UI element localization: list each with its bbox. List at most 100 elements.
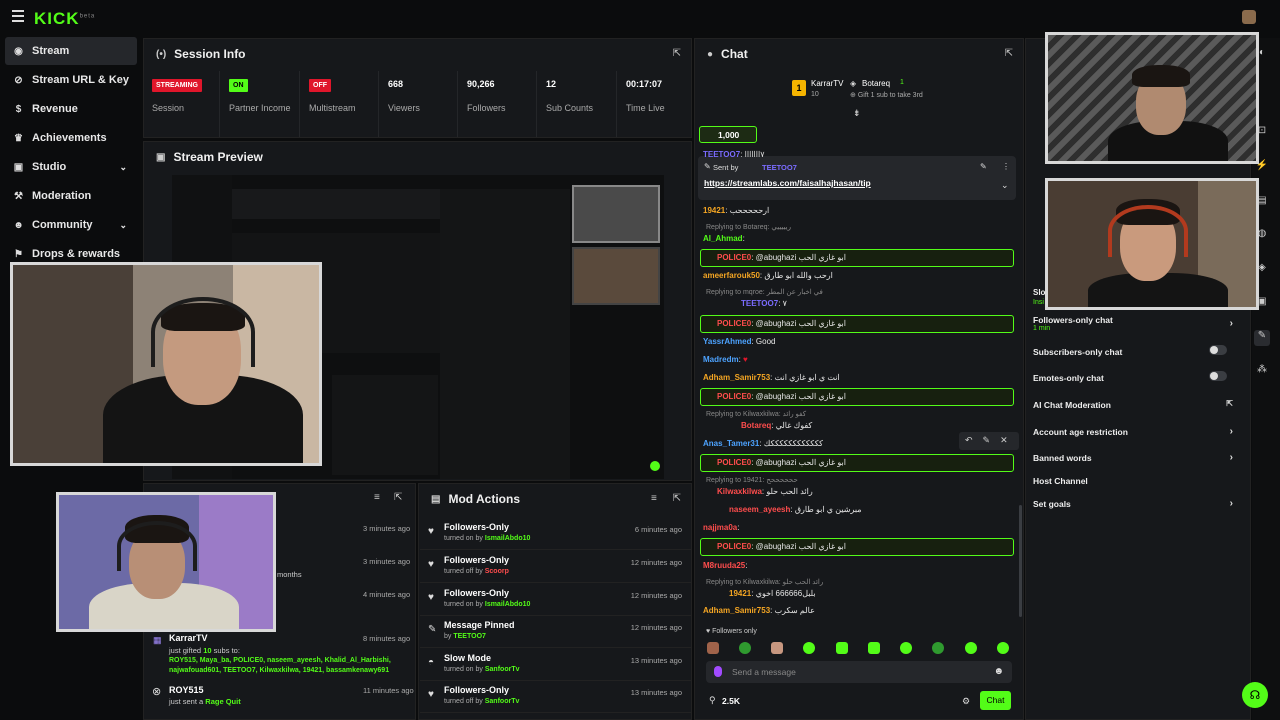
emote[interactable]: [932, 642, 944, 654]
list-item: ♥ Followers-Only turned on by IsmailAbdo10…: [420, 518, 692, 550]
activity-quit-row: ⊗ ROY515 11 minutes ago just sent a Rage…: [143, 680, 416, 710]
sidebar-item-stream-url[interactable]: ⊘ Stream URL & Key: [5, 66, 137, 94]
menu-icon[interactable]: [12, 10, 24, 22]
sidebar-item-achievements[interactable]: ♛ Achievements: [5, 124, 137, 152]
popout-icon[interactable]: ⇱: [673, 493, 681, 504]
stat-partner-income: ON Partner Income: [221, 71, 300, 137]
pin-icon: ✎: [428, 624, 437, 635]
silver-icon: ◈: [850, 79, 857, 88]
setting-set-goals[interactable]: Set goals ›: [1033, 498, 1233, 509]
pinned-link[interactable]: https://streamlabs.com/faisalhajhasan/ti…: [704, 178, 871, 188]
heart-icon: ♥: [428, 592, 434, 603]
quit-icon: ⊗: [152, 686, 162, 698]
user-name[interactable]: ROY515: [169, 685, 204, 695]
activity-gift-row: ▦ KarrarTV 8 minutes ago just gifted 10 …: [143, 626, 416, 678]
support-icon[interactable]: ☊: [1242, 682, 1268, 708]
chat-reply: Replying to Kilwaxkilwa: رائد الحب حلو: [706, 579, 824, 586]
emoji-icon[interactable]: ☻: [993, 666, 1004, 677]
setting-fragment: Insi: [1033, 299, 1044, 306]
emote[interactable]: [965, 642, 977, 654]
list-item: ♥ Followers-Only turned off by SanfoorTv 13…: [420, 681, 692, 713]
scrollbar[interactable]: [1019, 505, 1022, 617]
leaderboard-second[interactable]: Botareq: [862, 79, 890, 88]
shield-icon: ⚒: [14, 190, 23, 202]
emote[interactable]: [739, 642, 751, 654]
setting-followers-only[interactable]: Followers-only chat 1 min ›: [1033, 315, 1233, 332]
emote[interactable]: [900, 642, 912, 654]
chat-reply: Replying to mqroe: في اخبار عن المطر: [706, 289, 823, 296]
chat-message: 19421: بلبل666666 اخوي: [729, 589, 816, 598]
sidebar-item-community[interactable]: ☻ Community ⌄: [5, 211, 137, 239]
kick-logo[interactable]: KICKbeta: [34, 9, 95, 29]
wrench-icon[interactable]: ✎: [1254, 330, 1270, 346]
viewers-icon: ⚲: [709, 695, 716, 705]
emote[interactable]: [803, 642, 815, 654]
sidebar-item-moderation[interactable]: ⚒ Moderation: [5, 182, 137, 210]
mic-icon[interactable]: [714, 666, 722, 677]
gear-icon[interactable]: ⚙: [962, 696, 970, 707]
chevron-down-icon[interactable]: ⌄: [1001, 180, 1009, 191]
emote[interactable]: [771, 642, 783, 654]
filter-icon[interactable]: ≡: [651, 493, 657, 504]
chat-message: TEETOO7: ٧: [741, 299, 787, 308]
chat-message: POLICE0: @abughazi ابو غازي الحب: [717, 319, 846, 328]
chevron-down-icon: ⌄: [119, 161, 127, 172]
sidebar-item-revenue[interactable]: $ Revenue: [5, 95, 137, 123]
pinned-label: Sent by: [713, 163, 739, 172]
filter-icon[interactable]: ≡: [374, 492, 380, 503]
avatar[interactable]: [1242, 10, 1256, 24]
panel-title: Chat: [721, 47, 748, 61]
chat-reply: Replying to Kilwaxkilwa: كفو رائد: [706, 411, 807, 418]
expand-icon[interactable]: ⇟: [853, 108, 861, 119]
slow-icon: ◓: [428, 657, 435, 668]
more-icon[interactable]: ⋮: [1002, 162, 1010, 171]
pinned-user[interactable]: TEETOO7: [762, 163, 797, 172]
list-item: ✎ Message Pinned by TEETOO7 12 minutes ago: [420, 616, 692, 648]
emote[interactable]: [836, 642, 848, 654]
webcam-overlay-top-right: [1045, 32, 1259, 164]
webcam-overlay-bottom-right: [1045, 178, 1259, 310]
setting-fragment: Slo: [1033, 288, 1046, 297]
unpin-icon[interactable]: ✎: [980, 162, 987, 171]
popout-icon[interactable]: ⇱: [1005, 48, 1013, 59]
toggle-switch[interactable]: [1209, 371, 1227, 381]
chat-message: POLICE0: @abughazi ابو غازي الحب: [717, 253, 846, 262]
popout-icon[interactable]: ⇱: [673, 48, 681, 59]
emote[interactable]: [997, 642, 1009, 654]
gift-icon: ▦: [153, 635, 162, 645]
popout-icon[interactable]: ⇱: [394, 492, 402, 503]
panel-title: Session Info: [174, 47, 246, 61]
leaderboard-first[interactable]: KarrarTV: [811, 79, 843, 88]
setting-account-age[interactable]: Account age restriction ›: [1033, 426, 1233, 437]
list-icon: ▤: [431, 493, 441, 505]
stat-viewers: 668 Viewers: [380, 71, 458, 137]
gift-recipients: ROY515, Maya_ba, POLICE0, naseem_ayeesh,…: [169, 657, 391, 674]
gift-icon: ⚑: [14, 248, 23, 260]
timestamp: 11 minutes ago: [363, 686, 414, 695]
setting-emotes-only[interactable]: Emotes-only chat: [1033, 371, 1233, 383]
send-chat-button[interactable]: Chat: [980, 691, 1011, 710]
video-icon: ▣: [13, 161, 24, 173]
setting-ai-moderation[interactable]: AI Chat Moderation ⇱: [1033, 399, 1233, 410]
sidebar-item-studio[interactable]: ▣ Studio ⌄: [5, 153, 137, 181]
toggle-switch[interactable]: [1209, 345, 1227, 355]
emote[interactable]: [868, 642, 880, 654]
setting-banned-words[interactable]: Banned words ›: [1033, 452, 1233, 463]
status-badge: OFF: [309, 79, 331, 92]
setting-host-channel[interactable]: Host Channel: [1033, 476, 1233, 486]
tool-icon[interactable]: ⁂: [1254, 364, 1270, 380]
chat-message: Botareq: كفوك غالي: [741, 421, 813, 430]
gift-text[interactable]: ⊕ Gift 1 sub to take 3rd: [850, 91, 923, 99]
message-actions[interactable]: ↶✎✕: [959, 432, 1019, 450]
sidebar-item-stream[interactable]: ◉ Stream: [5, 37, 137, 65]
gifter-name[interactable]: KarrarTV: [169, 633, 208, 643]
emote[interactable]: [707, 642, 719, 654]
pinned-message[interactable]: ✎ Sent by TEETOO7 https://streamlabs.com…: [698, 156, 1016, 200]
list-item: ♥ Followers-Only turned off by Scoorp 12 mi…: [420, 551, 692, 583]
stat-time-live: 00:17:07 Time Live: [626, 79, 665, 113]
chat-input[interactable]: Send a message ☻: [706, 661, 1012, 683]
kicks-chip[interactable]: 1,000: [699, 126, 757, 143]
chevron-right-icon: ›: [1229, 452, 1233, 463]
setting-subscribers-only[interactable]: Subscribers-only chat: [1033, 345, 1233, 357]
chat-message: naseem_ayeesh: مبرشين ي ابو طارق: [729, 505, 862, 514]
